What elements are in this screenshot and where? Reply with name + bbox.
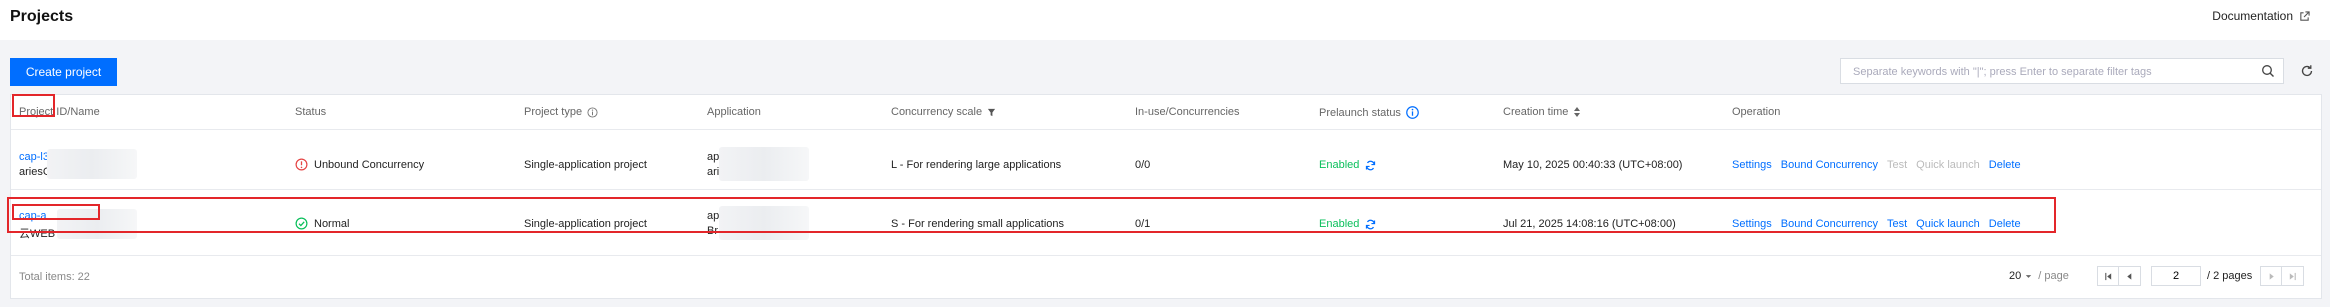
prev-page-button[interactable] bbox=[2119, 266, 2141, 286]
col-header-project-type: Project type bbox=[524, 106, 598, 118]
prelaunch-status: Enabled bbox=[1319, 159, 1376, 171]
concurrency-scale: L - For rendering large applications bbox=[891, 159, 1062, 171]
next-page-button[interactable] bbox=[2260, 266, 2283, 286]
redaction-blur bbox=[719, 147, 809, 181]
col-header-prelaunch: Prelaunch status bbox=[1319, 106, 1419, 119]
prelaunch-text: Enabled bbox=[1319, 159, 1360, 171]
creation-time: May 10, 2025 00:40:33 (UTC+08:00) bbox=[1503, 159, 1683, 171]
col-header-concurrency-scale: Concurrency scale bbox=[891, 106, 996, 118]
project-id-link[interactable]: cap-l3 bbox=[19, 151, 49, 163]
col-header-application: Application bbox=[707, 106, 761, 118]
highlight-box-id bbox=[12, 204, 100, 220]
sort-icon[interactable] bbox=[1573, 107, 1581, 117]
col-header-in-use: In-use/Concurrencies bbox=[1135, 106, 1240, 118]
refresh-icon[interactable] bbox=[2300, 64, 2314, 78]
create-project-button[interactable]: Create project bbox=[10, 58, 117, 86]
status-cell: Unbound Concurrency bbox=[295, 158, 424, 171]
first-page-icon bbox=[2104, 272, 2111, 280]
col-header-creation-time[interactable]: Creation time bbox=[1503, 106, 1581, 118]
application-line2: ari bbox=[707, 166, 720, 178]
col-header-status: Status bbox=[295, 106, 327, 118]
settings-link[interactable]: Settings bbox=[1732, 159, 1772, 171]
row-divider bbox=[11, 255, 2321, 256]
chevron-right-icon bbox=[2269, 272, 2274, 280]
documentation-label: Documentation bbox=[2212, 9, 2293, 23]
page-title: Projects bbox=[10, 8, 74, 25]
search-input[interactable] bbox=[1851, 60, 2255, 84]
last-page-button[interactable] bbox=[2282, 266, 2305, 286]
page-size-value: 20 bbox=[2009, 270, 2022, 282]
info-icon[interactable] bbox=[587, 106, 598, 118]
info-filled-icon[interactable] bbox=[1406, 106, 1419, 119]
project-type: Single-application project bbox=[524, 159, 647, 171]
test-link: Test bbox=[1886, 159, 1908, 171]
highlight-box-header bbox=[12, 94, 55, 117]
col-header-operation: Operation bbox=[1732, 106, 1781, 118]
pagination: / 2 pages bbox=[2097, 265, 2305, 287]
page-size-select[interactable]: 20 / page bbox=[2009, 265, 2069, 287]
redaction-blur bbox=[47, 149, 137, 179]
delete-link[interactable]: Delete bbox=[1989, 159, 2021, 171]
projects-table: Project ID/Name Status Project type Appl… bbox=[7, 94, 2322, 299]
bound-concurrency-link[interactable]: Bound Concurrency bbox=[1781, 159, 1878, 171]
row-divider bbox=[11, 189, 2321, 190]
chevron-down-icon bbox=[2026, 274, 2032, 278]
page-header: Projects Documentation bbox=[0, 0, 2330, 40]
last-page-icon bbox=[2290, 272, 2297, 280]
quick-launch-link: Quick launch bbox=[1916, 159, 1980, 171]
sync-icon[interactable] bbox=[1365, 160, 1376, 171]
in-use-count: 0/0 bbox=[1135, 159, 1151, 171]
filter-icon[interactable] bbox=[987, 108, 996, 117]
application-line1: ap bbox=[707, 151, 720, 163]
highlight-box-row bbox=[7, 197, 2056, 233]
documentation-link[interactable]: Documentation bbox=[2212, 9, 2310, 23]
search-box[interactable] bbox=[1840, 58, 2284, 84]
error-status-icon bbox=[295, 158, 308, 171]
row-divider bbox=[11, 129, 2321, 130]
page-size-unit: / page bbox=[2038, 270, 2069, 282]
page-number-input[interactable] bbox=[2151, 266, 2201, 286]
chevron-left-icon bbox=[2127, 272, 2132, 280]
first-page-button[interactable] bbox=[2097, 266, 2119, 286]
total-pages: / 2 pages bbox=[2207, 270, 2253, 282]
operation-links: Settings Bound Concurrency Test Quick la… bbox=[1732, 159, 2021, 171]
external-link-icon bbox=[2300, 10, 2310, 21]
total-items: Total items: 22 bbox=[19, 271, 90, 283]
status-text: Unbound Concurrency bbox=[314, 158, 425, 171]
search-icon[interactable] bbox=[2261, 64, 2275, 78]
